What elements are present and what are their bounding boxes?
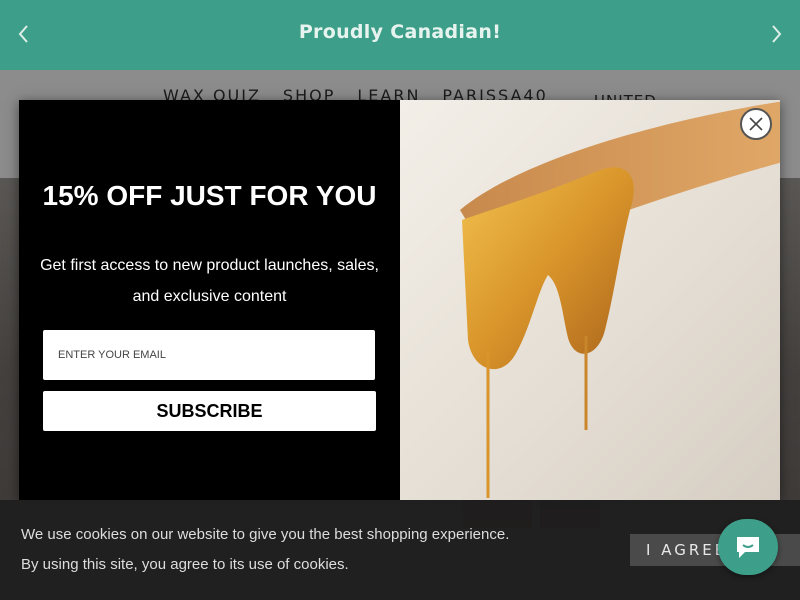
chat-icon[interactable] <box>718 519 778 575</box>
popup-image-honey-wax <box>400 100 780 500</box>
chevron-right-icon[interactable] <box>764 22 788 46</box>
newsletter-popup: 15% OFF JUST FOR YOU Get first access to… <box>19 100 780 500</box>
popup-subtitle: Get first access to new product launches… <box>40 257 379 305</box>
cookie-text-secondary: By using this site, you agree to its use… <box>21 556 349 573</box>
popup-title: 15% OFF JUST FOR YOU <box>42 180 377 211</box>
cookie-banner: We use cookies on our website to give yo… <box>0 500 800 600</box>
close-icon[interactable] <box>740 108 772 140</box>
announcement-bar: Proudly Canadian! <box>0 0 800 70</box>
chevron-left-icon[interactable] <box>12 22 36 46</box>
announcement-text: Proudly Canadian! <box>298 21 502 43</box>
honey-wax-illustration <box>460 101 780 498</box>
popup-form-panel: 15% OFF JUST FOR YOU Get first access to… <box>19 100 400 500</box>
email-field[interactable] <box>43 330 375 380</box>
cookie-text: We use cookies on our website to give yo… <box>21 526 510 543</box>
subscribe-button[interactable]: SUBSCRIBE <box>43 391 376 431</box>
